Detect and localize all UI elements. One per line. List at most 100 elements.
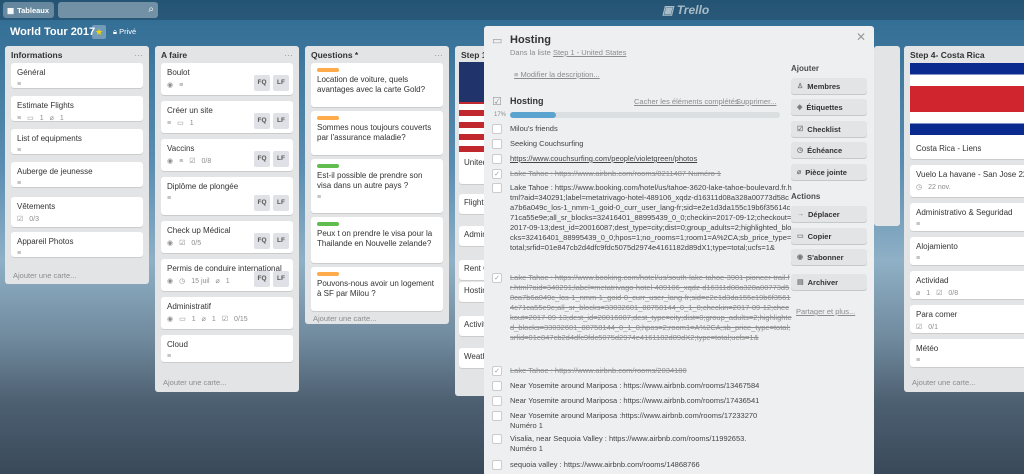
avatar[interactable]: FQ: [254, 195, 270, 211]
edit-description-link[interactable]: ≡ Modifier la description...: [514, 70, 600, 79]
card[interactable]: Général ≡: [11, 63, 143, 88]
checklist-item[interactable]: sequoia valley : https://www.airbnb.com/…: [492, 460, 792, 470]
card[interactable]: Est-il possible de prendre son visa dans…: [311, 159, 443, 213]
card-title[interactable]: Hosting: [510, 34, 551, 46]
star-icon[interactable]: ★: [92, 25, 106, 39]
list-menu-icon[interactable]: …: [284, 48, 293, 58]
share-link[interactable]: Partager et plus...: [796, 307, 855, 316]
card[interactable]: Administratif ◉ ▭ 1 ⌀ 1 ☑ 0/15: [161, 297, 293, 329]
card[interactable]: Pouvons-nous avoir un logement à SF par …: [311, 267, 443, 311]
checklist-button[interactable]: ☑ Checklist: [791, 121, 867, 137]
list-title[interactable]: Informations: [11, 50, 62, 60]
card[interactable]: Appareil Photos ≡: [11, 232, 143, 257]
avatar[interactable]: LF: [273, 75, 289, 91]
checkbox[interactable]: ✓: [492, 169, 502, 179]
avatar[interactable]: LF: [273, 151, 289, 167]
checkbox[interactable]: [492, 460, 502, 470]
add-card-link[interactable]: Ajouter une carte...: [912, 378, 975, 387]
card[interactable]: Sommes nous toujours couverts par l'assu…: [311, 111, 443, 155]
card[interactable]: Permis de conduire international ◉ ◷ 15 jui…: [161, 259, 293, 291]
card[interactable]: Vuelo La havane - San Jose 220 e◷22 nov.: [910, 165, 1024, 197]
checklist-item[interactable]: Near Yosemite around Mariposa :https://w…: [492, 411, 782, 431]
add-card-link[interactable]: Ajouter une carte...: [163, 378, 226, 387]
avatar[interactable]: LF: [273, 113, 289, 129]
list-link[interactable]: Step 1 - United States: [553, 48, 626, 57]
card[interactable]: Location de voiture, quels avantages ave…: [311, 63, 443, 107]
labels-button[interactable]: ◈ Étiquettes: [791, 99, 867, 115]
checklist-item[interactable]: Visalia, near Sequoia Valley : https://w…: [492, 434, 762, 454]
checklist-item[interactable]: ✓ Lake Tahoe : https://www.booking.com/ho…: [492, 273, 792, 361]
card-detail-modal: ▭ Hosting Dans la liste Step 1 - United …: [484, 26, 874, 474]
card[interactable]: Actividad ⌀ 1 ☑ 0/8: [910, 271, 1024, 299]
checklist-item[interactable]: ✓ Lake Tahoe : https://www.airbnb.com/roo…: [492, 169, 792, 181]
avatar[interactable]: FQ: [254, 233, 270, 249]
due-date-button[interactable]: ◷ Échéance: [791, 142, 867, 158]
add-card-link[interactable]: Ajouter une carte...: [313, 314, 376, 323]
avatar[interactable]: FQ: [254, 113, 270, 129]
checkbox[interactable]: [492, 381, 502, 391]
boards-button[interactable]: ▦ Tableaux: [3, 2, 54, 18]
members-button[interactable]: ♙ Membres: [791, 78, 867, 94]
delete-checklist-link[interactable]: Supprimer...: [736, 97, 776, 106]
card[interactable]: Estimate Flights ≡ ▭ 1 ⌀ 1: [11, 96, 143, 122]
card[interactable]: Administrativo & Seguridad ≡: [910, 203, 1024, 231]
checkbox[interactable]: [492, 154, 502, 164]
card[interactable]: List of equipments ≡: [11, 129, 143, 154]
avatar[interactable]: FQ: [254, 271, 270, 287]
trello-logo[interactable]: ▣ Trello: [662, 3, 709, 17]
list-title[interactable]: Step 1: [461, 50, 487, 60]
checkbox[interactable]: ✓: [492, 273, 502, 283]
copy-button[interactable]: ▭ Copier: [791, 228, 867, 244]
checkbox[interactable]: [492, 183, 502, 193]
list-menu-icon[interactable]: …: [434, 48, 443, 58]
card[interactable]: Para comer ☑ 0/1: [910, 305, 1024, 333]
card[interactable]: Check up Médical ◉ ☑ 0/5 FQ LF: [161, 221, 293, 253]
card[interactable]: Alojamiento ≡: [910, 237, 1024, 265]
card[interactable]: Vêtements ☑ 0/3: [11, 197, 143, 227]
search-input[interactable]: ⌕: [58, 2, 158, 18]
progress-fill: [510, 112, 556, 118]
avatar[interactable]: FQ: [254, 75, 270, 91]
visibility-button[interactable]: 🔒︎ Privé: [113, 27, 136, 37]
checkbox[interactable]: [492, 411, 502, 421]
card[interactable]: Vaccins ◉ ≡ ☑ 0/8 FQ LF: [161, 139, 293, 171]
archive-button[interactable]: ▤ Archiver: [791, 274, 867, 290]
card[interactable]: Auberge de jeunesse ≡: [11, 162, 143, 187]
close-icon[interactable]: ✕: [856, 30, 866, 44]
list-title[interactable]: Questions *: [311, 50, 358, 60]
move-button[interactable]: → Déplacer: [791, 206, 867, 222]
checkbox[interactable]: [492, 396, 502, 406]
checkbox[interactable]: ✓: [492, 366, 502, 376]
card[interactable]: Diplôme de plongée ≡ FQ LF: [161, 177, 293, 215]
card[interactable]: Cloud ≡: [161, 335, 293, 362]
card[interactable]: Créer un site ≡ ▭ 1 FQ LF: [161, 101, 293, 133]
card[interactable]: Météo ≡: [910, 339, 1024, 367]
avatar[interactable]: LF: [273, 233, 289, 249]
checklist-item[interactable]: ✓ Lake Tahoe : https://www.airbnb.com/roo…: [492, 366, 792, 376]
card[interactable]: Costa Rica - Liens: [910, 63, 1024, 159]
list-menu-icon[interactable]: …: [134, 48, 143, 58]
list-title[interactable]: Step 4- Costa Rica: [910, 50, 985, 60]
checklist-item[interactable]: Seeking Couchsurfing: [492, 139, 792, 149]
checklist-item[interactable]: Near Yosemite around Mariposa : https://…: [492, 396, 792, 406]
avatar[interactable]: FQ: [254, 151, 270, 167]
search-icon[interactable]: ⌕: [148, 4, 154, 15]
list-title[interactable]: A faire: [161, 50, 187, 60]
checklist-item[interactable]: Lake Tahoe : https://www.booking.com/hot…: [492, 183, 792, 271]
card[interactable]: Peux t on prendre le visa pour la Thaila…: [311, 217, 443, 263]
subscribe-button[interactable]: ◉ S'abonner: [791, 249, 867, 265]
attachment-button[interactable]: ⌀ Pièce jointe: [791, 164, 867, 180]
checklist-item[interactable]: https://www.couchsurfing.com/people/viol…: [492, 154, 792, 164]
avatar[interactable]: LF: [273, 195, 289, 211]
checklist-item[interactable]: Milou's friends: [492, 124, 792, 134]
avatar[interactable]: LF: [273, 271, 289, 287]
board-title[interactable]: World Tour 2017: [10, 26, 95, 38]
checkbox[interactable]: [492, 139, 502, 149]
add-card-link[interactable]: Ajouter une carte...: [13, 271, 76, 280]
checklist-title[interactable]: Hosting: [510, 96, 544, 106]
checklist-item[interactable]: Near Yosemite around Mariposa : https://…: [492, 381, 792, 391]
hide-completed-link[interactable]: Cacher les éléments complétés: [634, 97, 739, 106]
card[interactable]: Boulot ◉ ≡ FQ LF: [161, 63, 293, 95]
checkbox[interactable]: [492, 124, 502, 134]
checkbox[interactable]: [492, 434, 502, 444]
